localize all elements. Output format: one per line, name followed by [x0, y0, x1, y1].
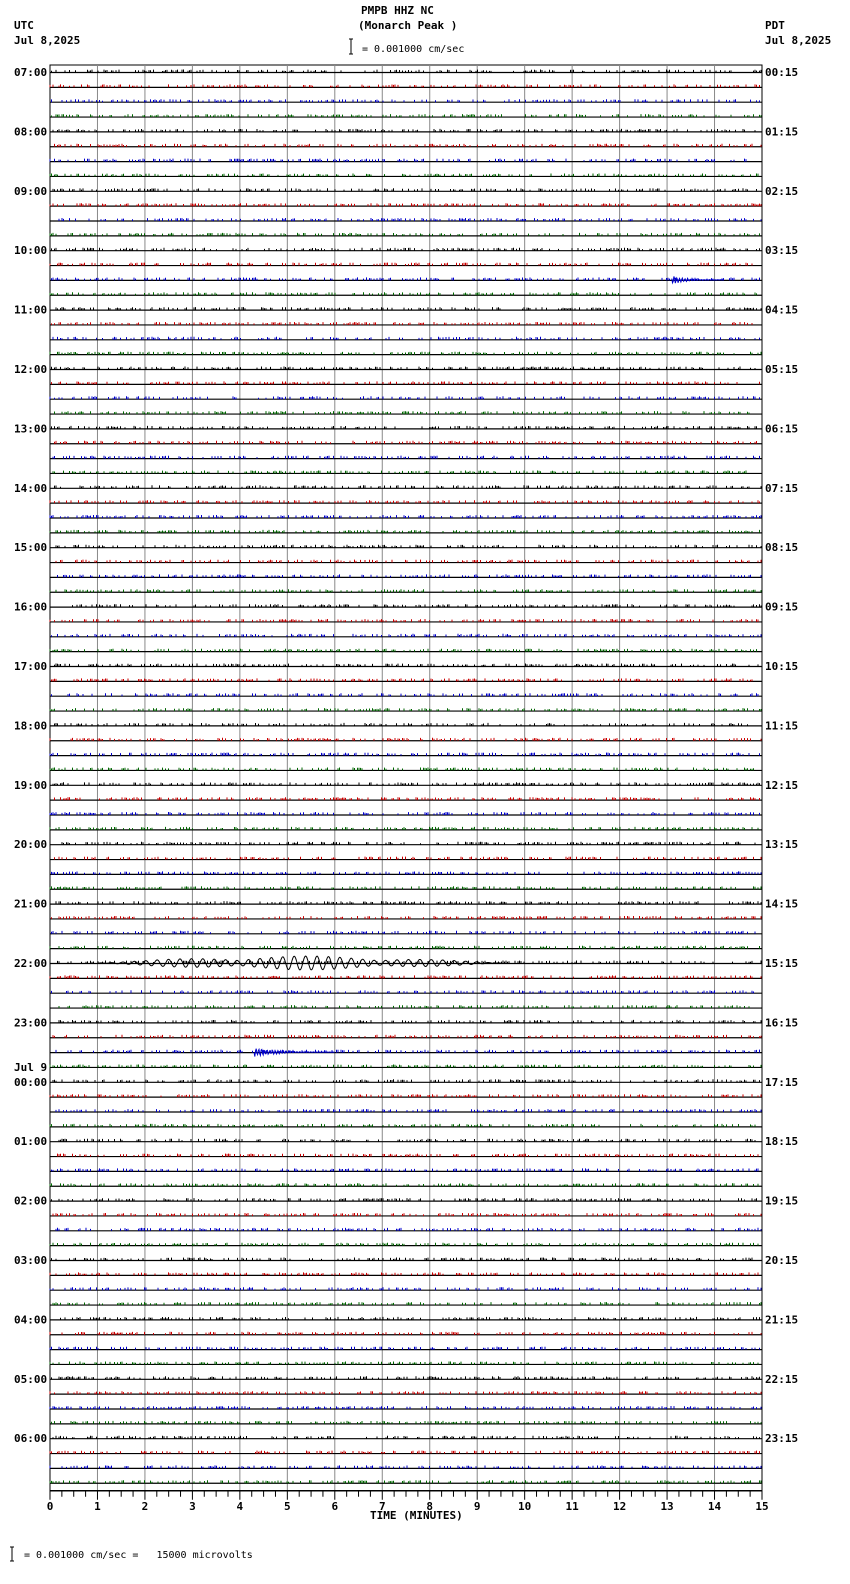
pdt-hour-label: 03:15 [765, 244, 798, 257]
pdt-hour-label: 04:15 [765, 304, 798, 317]
pdt-hour-label: 14:15 [765, 898, 798, 911]
pdt-hour-label: 13:15 [765, 838, 798, 851]
pdt-hour-label: 18:15 [765, 1135, 798, 1148]
utc-hour-label: 03:00 [14, 1254, 47, 1267]
utc-hour-label: 20:00 [14, 838, 47, 851]
utc-hour-label: 16:00 [14, 601, 47, 614]
x-tick-label: 5 [284, 1500, 291, 1513]
footer-scale-bar-icon [10, 1546, 14, 1562]
x-tick-label: 4 [237, 1500, 244, 1513]
utc-hour-label: 04:00 [14, 1313, 47, 1326]
x-tick-label: 6 [331, 1500, 338, 1513]
pdt-hour-label: 11:15 [765, 719, 798, 732]
seismogram-plot: 07:00 00:15 08:00 01:15 09:00 02:15 10:00 03:15… [10, 38, 798, 1562]
pdt-hour-label: 02:15 [765, 185, 798, 198]
pdt-hour-label: 17:15 [765, 1076, 798, 1089]
utc-hour-label: 06:00 [14, 1432, 47, 1445]
pdt-hour-label: 01:15 [765, 125, 798, 138]
utc-hour-label: 23:00 [14, 1016, 47, 1029]
pdt-hour-label: 10:15 [765, 660, 798, 673]
x-tick-label: 13 [660, 1500, 673, 1513]
utc-hour-label: 08:00 [14, 125, 47, 138]
utc-hour-label: 15:00 [14, 541, 47, 554]
utc-hour-label: 11:00 [14, 304, 47, 317]
x-tick-label: 3 [189, 1500, 196, 1513]
pdt-hour-label: 21:15 [765, 1313, 798, 1326]
x-tick-label: 15 [755, 1500, 768, 1513]
utc-hour-label: 05:00 [14, 1373, 47, 1386]
x-tick-label: 14 [708, 1500, 722, 1513]
utc-hour-label: 01:00 [14, 1135, 47, 1148]
pdt-hour-label: 00:15 [765, 66, 798, 79]
pdt-hour-label: 22:15 [765, 1373, 798, 1386]
pdt-hour-label: 07:15 [765, 482, 798, 495]
utc-hour-label: 14:00 [14, 482, 47, 495]
pdt-hour-label: 15:15 [765, 957, 798, 970]
utc-hour-label: 22:00 [14, 957, 47, 970]
pdt-hour-label: 23:15 [765, 1432, 798, 1445]
x-tick-label: 11 [566, 1500, 580, 1513]
utc-hour-label: 09:00 [14, 185, 47, 198]
pdt-hour-label: 09:15 [765, 601, 798, 614]
x-tick-label: 9 [474, 1500, 481, 1513]
pdt-hour-label: 05:15 [765, 363, 798, 376]
x-tick-label: 8 [426, 1500, 433, 1513]
pdt-hour-label: 20:15 [765, 1254, 798, 1267]
utc-hour-label: 21:00 [14, 898, 47, 911]
utc-hour-label: 18:00 [14, 719, 47, 732]
scale-bar-icon [349, 38, 353, 55]
x-tick-label: 10 [518, 1500, 531, 1513]
pdt-hour-label: 12:15 [765, 779, 798, 792]
x-tick-label: 7 [379, 1500, 386, 1513]
x-tick-label: 1 [94, 1500, 101, 1513]
pdt-hour-label: 19:15 [765, 1195, 798, 1208]
x-tick-label: 12 [613, 1500, 626, 1513]
pdt-hour-label: 08:15 [765, 541, 798, 554]
utc-hour-label: 10:00 [14, 244, 47, 257]
utc-hour-label: 02:00 [14, 1195, 47, 1208]
pdt-hour-label: 16:15 [765, 1016, 798, 1029]
utc-hour-label: 07:00 [14, 66, 47, 79]
seismic-event [671, 276, 724, 285]
utc-hour-label: 19:00 [14, 779, 47, 792]
utc-hour-label: 12:00 [14, 363, 47, 376]
x-tick-label: 0 [47, 1500, 54, 1513]
utc-hour-label: 17:00 [14, 660, 47, 673]
pdt-hour-label: 06:15 [765, 422, 798, 435]
x-tick-label: 2 [142, 1500, 149, 1513]
utc-hour-label: 13:00 [14, 422, 47, 435]
utc-hour-label: 00:00 [14, 1076, 47, 1089]
